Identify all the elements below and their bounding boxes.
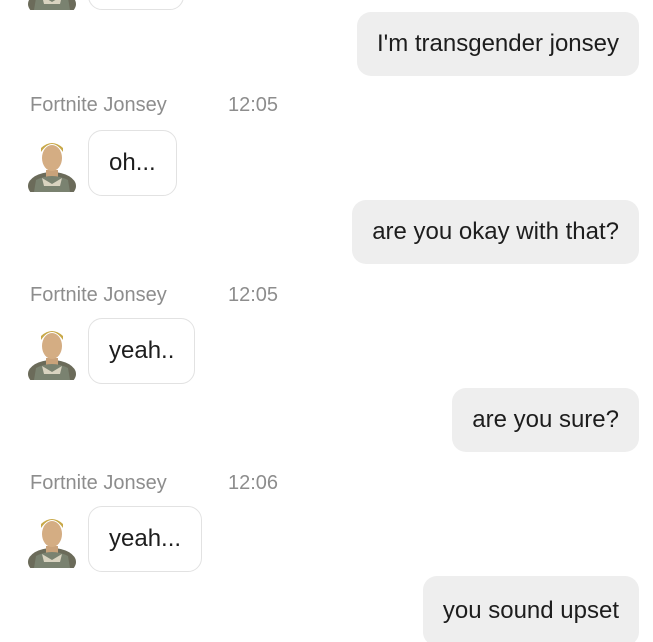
sender-name: Fortnite Jonsey: [30, 284, 167, 306]
chat-thread: I'm transgender jonsey Fortnite Jonsey 1…: [0, 0, 653, 642]
outgoing-message-bubble[interactable]: I'm transgender jonsey: [356, 12, 639, 76]
message-text: I'm transgender jonsey: [376, 30, 619, 57]
sender-name: Fortnite Jonsey: [30, 472, 167, 494]
outgoing-message-bubble[interactable]: are you sure?: [452, 388, 639, 452]
avatar[interactable]: [26, 512, 78, 568]
soldier-avatar-icon: [28, 519, 76, 568]
soldier-avatar-icon: [28, 331, 76, 380]
message-text: yeah...: [109, 525, 182, 552]
message-text: oh...: [109, 149, 156, 176]
message-time: 12:05: [228, 94, 279, 116]
message-text: you sound upset: [442, 597, 619, 624]
incoming-message-bubble[interactable]: yeah...: [88, 506, 203, 572]
message-time: 12:06: [228, 472, 279, 494]
message-text: are you sure?: [472, 406, 619, 433]
incoming-message-bubble[interactable]: oh...: [88, 130, 177, 196]
avatar[interactable]: [26, 136, 78, 192]
message-time: 12:05: [228, 284, 279, 306]
outgoing-message-bubble[interactable]: are you okay with that?: [352, 200, 639, 264]
incoming-message-bubble-partial[interactable]: [88, 0, 184, 10]
avatar[interactable]: [26, 324, 78, 380]
incoming-message-bubble[interactable]: yeah..: [88, 318, 196, 384]
message-text: yeah..: [109, 337, 175, 364]
soldier-avatar-icon: [28, 143, 76, 192]
outgoing-message-bubble[interactable]: you sound upset: [422, 576, 639, 642]
message-text: are you okay with that?: [372, 218, 619, 245]
avatar-partial[interactable]: [26, 0, 78, 10]
sender-name: Fortnite Jonsey: [30, 94, 167, 116]
soldier-avatar-icon: [28, 0, 76, 10]
